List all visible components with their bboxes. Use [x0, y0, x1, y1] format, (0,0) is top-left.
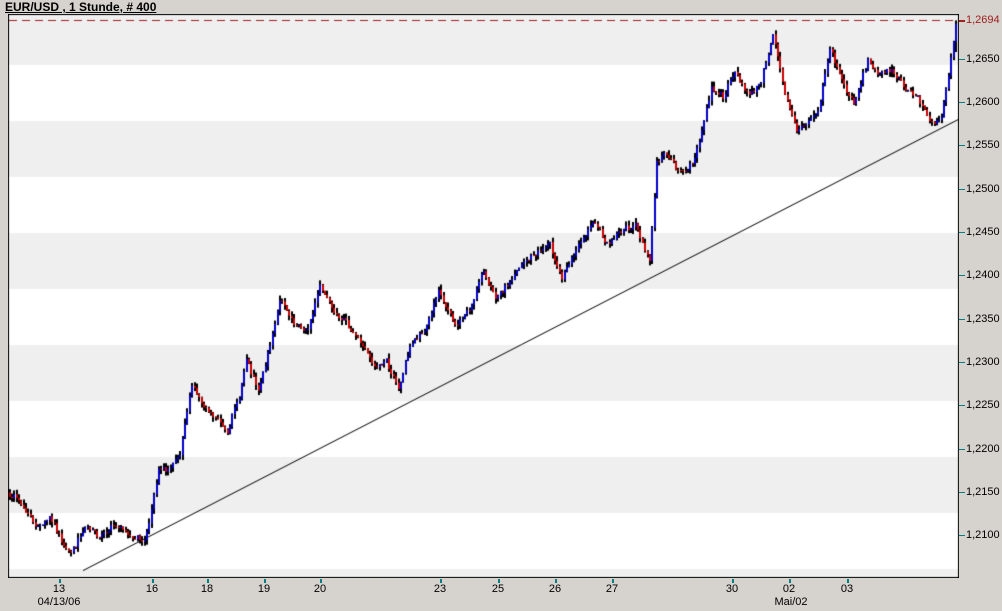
last-price-label: 1,2694 — [966, 14, 1000, 26]
y-axis-tick — [959, 59, 965, 60]
y-axis-label: 1,2150 — [966, 486, 1000, 498]
x-axis-label: 25 — [492, 583, 504, 595]
x-axis-label: 13 — [53, 583, 65, 595]
x-axis-label: 16 — [146, 583, 158, 595]
y-axis-tick — [959, 319, 965, 320]
chart-title: EUR/USD , 1 Stunde, # 400 — [5, 0, 156, 14]
y-axis-label: 1,2650 — [966, 53, 1000, 65]
y-axis-tick — [959, 362, 965, 363]
plot-area — [8, 14, 959, 578]
y-axis-tick — [959, 145, 965, 146]
last-price-tick — [959, 20, 965, 22]
y-axis-label: 1,2100 — [966, 529, 1000, 541]
x-axis-label: 27 — [606, 583, 618, 595]
x-axis-label: 18 — [201, 583, 213, 595]
y-axis-label: 1,2250 — [966, 399, 1000, 411]
y-axis-label: 1,2500 — [966, 183, 1000, 195]
x-axis-label: 30 — [726, 583, 738, 595]
x-axis-label: 19 — [258, 583, 270, 595]
y-axis-tick — [959, 449, 965, 450]
y-axis-tick — [959, 232, 965, 233]
y-axis-label: 1,2450 — [966, 226, 1000, 238]
y-axis-label: 1,2600 — [966, 96, 1000, 108]
y-axis-tick — [959, 275, 965, 276]
y-axis-label: 1,2200 — [966, 443, 1000, 455]
x-axis-label: 26 — [549, 583, 561, 595]
x-axis-label: 03 — [841, 583, 853, 595]
y-axis-tick — [959, 492, 965, 493]
x-axis-date-label: Mai/02 — [774, 596, 807, 608]
candlestick-chart-canvas[interactable] — [8, 14, 959, 578]
chart-window: { "window": { "title": "EUR/USD , 1 Stun… — [0, 0, 1002, 611]
y-axis-label: 1,2400 — [966, 269, 1000, 281]
y-axis-label: 1,2350 — [966, 313, 1000, 325]
x-axis-label: 20 — [314, 583, 326, 595]
y-axis-tick — [959, 405, 965, 406]
y-axis-label: 1,2550 — [966, 139, 1000, 151]
y-axis-label: 1,2300 — [966, 356, 1000, 368]
y-axis-tick — [959, 189, 965, 190]
x-axis-date-label: 04/13/06 — [38, 596, 81, 608]
y-axis-tick — [959, 102, 965, 103]
x-axis-label: 02 — [783, 583, 795, 595]
y-axis-tick — [959, 535, 965, 536]
x-axis-label: 23 — [434, 583, 446, 595]
